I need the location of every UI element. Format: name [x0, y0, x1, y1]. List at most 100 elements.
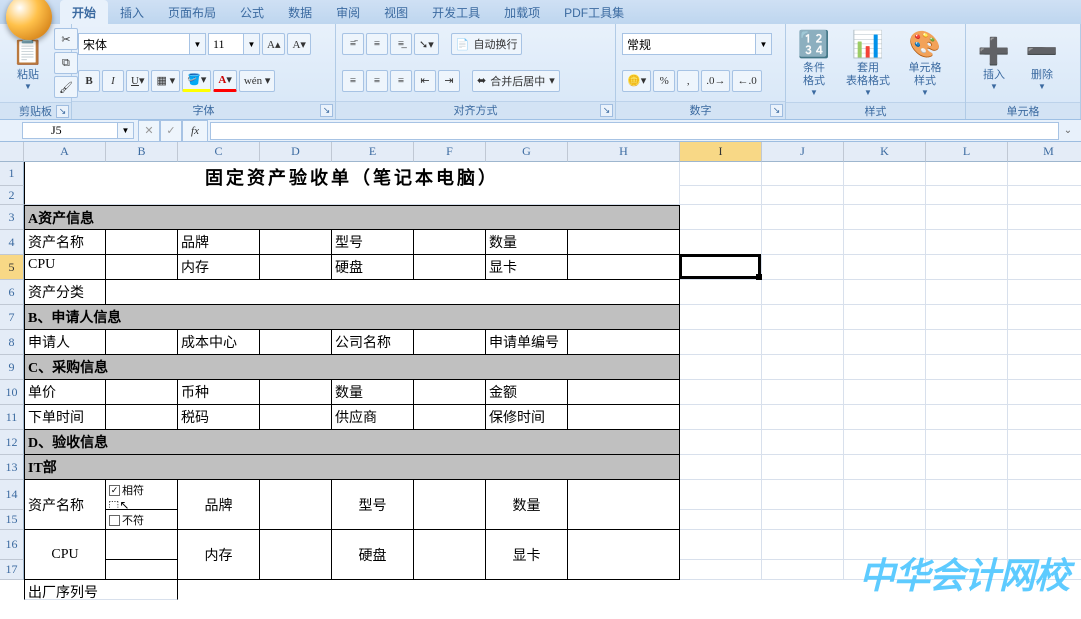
ribbon-tab-6[interactable]: 视图 [372, 0, 420, 24]
content-C11[interactable]: 税码 [178, 405, 260, 430]
conditional-format-button[interactable]: 🔢条件格式▼ [792, 28, 836, 98]
cell-K4[interactable] [844, 230, 926, 255]
row-header-13[interactable]: 13 [0, 455, 24, 480]
ribbon-tab-8[interactable]: 加载项 [492, 0, 552, 24]
cell-K15[interactable] [844, 510, 926, 530]
content-B17[interactable] [106, 560, 178, 580]
cell-A18[interactable]: 出厂序列号 [24, 580, 178, 600]
content-H11[interactable] [568, 405, 680, 430]
cell-J14[interactable] [762, 480, 844, 510]
content-A3[interactable]: A资产信息 [24, 205, 680, 230]
row-header-17[interactable]: 17 [0, 560, 24, 580]
clipboard-launcher[interactable]: ↘ [56, 105, 69, 118]
cell-K8[interactable] [844, 330, 926, 355]
col-header-J[interactable]: J [762, 142, 844, 162]
cell-I14[interactable] [680, 480, 762, 510]
content-G14[interactable]: 数量 [486, 480, 568, 530]
content-E11[interactable]: 供应商 [332, 405, 414, 430]
row-header-6[interactable]: 6 [0, 280, 24, 305]
formula-expand[interactable]: ⌄ [1059, 125, 1077, 136]
cell-K9[interactable] [844, 355, 926, 380]
cell-I3[interactable] [680, 205, 762, 230]
ribbon-tab-0[interactable]: 开始 [60, 0, 108, 24]
cell-J15[interactable] [762, 510, 844, 530]
cell-M14[interactable] [1008, 480, 1081, 510]
cell-styles-button[interactable]: 🎨单元格 样式▼ [900, 28, 950, 98]
content-A16[interactable]: CPU [24, 530, 106, 580]
cell-I4[interactable] [680, 230, 762, 255]
content-D11[interactable] [260, 405, 332, 430]
cell-I15[interactable] [680, 510, 762, 530]
content-G10[interactable]: 金额 [486, 380, 568, 405]
align-launcher[interactable]: ↘ [600, 104, 613, 117]
content-A10[interactable]: 单价 [24, 380, 106, 405]
font-size-combo[interactable]: 11▼ [208, 33, 260, 55]
cell-L14[interactable] [926, 480, 1008, 510]
cell-I2[interactable] [680, 186, 762, 205]
content-D5[interactable] [260, 255, 332, 280]
cell-J8[interactable] [762, 330, 844, 355]
content-F8[interactable] [414, 330, 486, 355]
ribbon-tab-5[interactable]: 审阅 [324, 0, 372, 24]
cell-J2[interactable] [762, 186, 844, 205]
cell-J11[interactable] [762, 405, 844, 430]
checkbox-match[interactable]: ✓相符 [109, 482, 174, 498]
row-header-11[interactable]: 11 [0, 405, 24, 430]
col-header-A[interactable]: A [24, 142, 106, 162]
worksheet[interactable]: ABCDEFGHIJKLM 1234567891011121314151617 … [0, 142, 1081, 619]
content-E4[interactable]: 型号 [332, 230, 414, 255]
content-C5[interactable]: 内存 [178, 255, 260, 280]
cell-J7[interactable] [762, 305, 844, 330]
increase-decimal-button[interactable]: .0→ [701, 70, 730, 92]
cell-K1[interactable] [844, 162, 926, 186]
content-C8[interactable]: 成本中心 [178, 330, 260, 355]
row-header-1[interactable]: 1 [0, 162, 24, 186]
content-C16[interactable]: 内存 [178, 530, 260, 580]
content-A6[interactable]: 资产分类 [24, 280, 106, 305]
cell-M11[interactable] [1008, 405, 1081, 430]
wrap-text-button[interactable]: 📄自动换行 [451, 33, 523, 55]
cell-L13[interactable] [926, 455, 1008, 480]
phonetic-button[interactable]: wén ▾ [239, 70, 276, 92]
currency-button[interactable]: 🪙▾ [622, 70, 651, 92]
col-header-I[interactable]: I [680, 142, 762, 162]
row-header-8[interactable]: 8 [0, 330, 24, 355]
underline-button[interactable]: U ▾ [126, 70, 149, 92]
cell-M6[interactable] [1008, 280, 1081, 305]
content-A14[interactable]: 资产名称 [24, 480, 106, 530]
row-header-14[interactable]: 14 [0, 480, 24, 510]
cell-J1[interactable] [762, 162, 844, 186]
content-A9[interactable]: C、采购信息 [24, 355, 680, 380]
row-header-15[interactable]: 15 [0, 510, 24, 530]
cell-M10[interactable] [1008, 380, 1081, 405]
content-F14[interactable] [414, 480, 486, 530]
cell-K7[interactable] [844, 305, 926, 330]
fx-button[interactable]: fx [182, 120, 208, 142]
number-format-combo[interactable]: 常规▼ [622, 33, 772, 55]
content-E8[interactable]: 公司名称 [332, 330, 414, 355]
cell-J12[interactable] [762, 430, 844, 455]
cell-I16[interactable] [680, 530, 762, 560]
content-H5[interactable] [568, 255, 680, 280]
row-header-4[interactable]: 4 [0, 230, 24, 255]
cell-L3[interactable] [926, 205, 1008, 230]
ribbon-tab-4[interactable]: 数据 [276, 0, 324, 24]
content-C10[interactable]: 币种 [178, 380, 260, 405]
cell-J3[interactable] [762, 205, 844, 230]
cell-I10[interactable] [680, 380, 762, 405]
cell-I1[interactable] [680, 162, 762, 186]
content-H16[interactable] [568, 530, 680, 580]
content-A4[interactable]: 资产名称 [24, 230, 106, 255]
content-D14[interactable] [260, 480, 332, 530]
ribbon-tab-7[interactable]: 开发工具 [420, 0, 492, 24]
row-header-10[interactable]: 10 [0, 380, 24, 405]
cell-K14[interactable] [844, 480, 926, 510]
col-header-H[interactable]: H [568, 142, 680, 162]
content-B14[interactable]: ✓相符⬚↖ [106, 480, 178, 510]
col-header-B[interactable]: B [106, 142, 178, 162]
cell-M8[interactable] [1008, 330, 1081, 355]
cell-K6[interactable] [844, 280, 926, 305]
select-all-corner[interactable] [0, 142, 24, 162]
cell-M3[interactable] [1008, 205, 1081, 230]
content-F4[interactable] [414, 230, 486, 255]
